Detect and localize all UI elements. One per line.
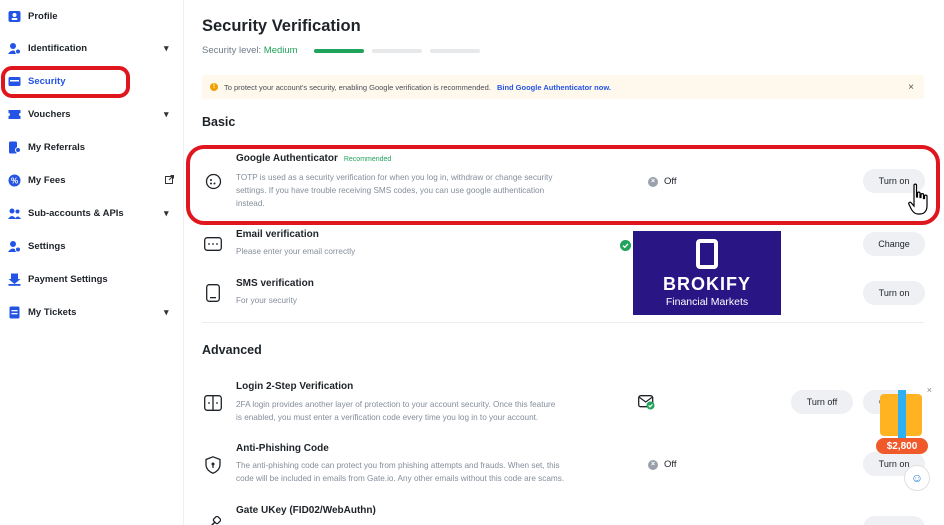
google-authenticator-annotation-outline — [186, 145, 940, 225]
row-title: Login 2-Step Verification — [236, 381, 354, 392]
hand-cursor-icon — [908, 183, 930, 222]
gift-ribbon — [898, 390, 906, 438]
promo-gift-widget[interactable]: $2,800 × — [874, 385, 932, 458]
basic-heading: Basic — [202, 115, 236, 129]
advanced-heading: Advanced — [202, 343, 262, 357]
close-icon[interactable]: × — [927, 385, 932, 395]
mail-check-icon — [638, 395, 655, 415]
chevron-down-icon: ▾ — [164, 42, 169, 53]
fees-icon: % — [8, 174, 21, 187]
section-divider — [202, 322, 924, 323]
status-off: × Off — [648, 459, 677, 470]
payment-icon — [8, 273, 21, 286]
off-icon: × — [648, 459, 658, 470]
settings-icon — [8, 240, 21, 253]
bind-google-authenticator-link[interactable]: Bind Google Authenticator now. — [497, 83, 611, 92]
tickets-icon — [8, 306, 21, 319]
sidebar-item-profile[interactable]: Profile — [0, 4, 184, 28]
row-description: For your security — [236, 296, 297, 305]
security-level-bar-2 — [372, 49, 422, 53]
email-icon — [204, 235, 222, 253]
chevron-down-icon: ▾ — [164, 207, 169, 218]
promo-amount: $2,800 — [876, 438, 928, 454]
row-description: Please enter your email correctly — [236, 247, 356, 256]
warning-icon: ! — [210, 83, 218, 91]
ad-brand: BROKIFY — [663, 273, 751, 294]
sidebar-item-label: My Referrals — [28, 141, 86, 153]
main-content: Security Verification Security level: Me… — [186, 0, 944, 525]
notice-text: To protect your account's security, enab… — [224, 82, 491, 92]
sms-turn-on-button[interactable]: Turn on — [863, 281, 925, 305]
sidebar-item-my-tickets[interactable]: My Tickets ▾ — [0, 300, 184, 324]
gate-ukey-button[interactable] — [863, 516, 925, 525]
sidebar-item-label: Payment Settings — [28, 273, 108, 285]
advertisement-banner[interactable]: BROKIFY Financial Markets — [633, 231, 781, 315]
sidebar-item-label: Profile — [28, 10, 58, 22]
page-title: Security Verification — [202, 17, 361, 35]
row-title: SMS verification — [236, 278, 314, 289]
sidebar-item-label: Vouchers — [28, 108, 71, 120]
external-link-icon — [165, 174, 174, 186]
profile-icon — [8, 10, 21, 23]
identification-icon — [8, 42, 21, 55]
row-description: code will be included in emails from Gat… — [236, 474, 565, 483]
support-chat-icon[interactable]: ☺ — [904, 465, 930, 491]
key-icon — [204, 515, 222, 525]
chevron-down-icon: ▾ — [164, 108, 169, 119]
sidebar-item-label: Identification — [28, 42, 88, 54]
sidebar-item-my-referrals[interactable]: My Referrals — [0, 135, 184, 159]
row-description: The anti-phishing code can protect you f… — [236, 461, 560, 470]
shield-icon — [204, 456, 222, 474]
row-title: Anti-Phishing Code — [236, 443, 329, 454]
sidebar-item-label: My Tickets — [28, 306, 77, 318]
sidebar-item-identification[interactable]: Identification ▾ — [0, 36, 184, 60]
login-2step-turn-off-button[interactable]: Turn off — [791, 390, 853, 414]
security-level-bar-3 — [430, 49, 480, 53]
svg-text:%: % — [11, 176, 18, 185]
row-description: 2FA login provides another layer of prot… — [236, 400, 556, 409]
sub-accounts-icon — [8, 207, 21, 220]
row-title: Email verification — [236, 229, 319, 240]
sidebar-item-vouchers[interactable]: Vouchers ▾ — [0, 102, 184, 126]
sidebar-item-label: My Fees — [28, 174, 66, 186]
sidebar-item-payment-settings[interactable]: Payment Settings — [0, 267, 184, 291]
sidebar-item-my-fees[interactable]: % My Fees — [0, 168, 184, 192]
email-change-button[interactable]: Change — [863, 232, 925, 256]
chevron-down-icon: ▾ — [164, 306, 169, 317]
close-icon[interactable]: × — [908, 82, 914, 93]
phone-icon — [204, 284, 222, 302]
two-step-icon — [204, 394, 222, 412]
security-notice: ! To protect your account's security, en… — [202, 75, 924, 99]
security-level-value: Medium — [263, 45, 298, 56]
security-annotation-outline — [1, 66, 130, 98]
sidebar-item-label: Settings — [28, 240, 66, 252]
check-circle-icon — [620, 238, 631, 256]
voucher-icon — [8, 108, 21, 121]
row-title: Gate UKey (FID02/WebAuthn) — [236, 505, 376, 516]
security-level-label: Security level: — [202, 45, 262, 56]
security-level-bar-1 — [314, 49, 364, 53]
ad-subtitle: Financial Markets — [665, 295, 749, 308]
brokify-logo-icon — [696, 238, 718, 269]
security-level: Security level: Medium — [202, 45, 298, 56]
sidebar-item-settings[interactable]: Settings — [0, 234, 184, 258]
sidebar-item-label: Sub-accounts & APIs — [28, 207, 124, 219]
status-text: Off — [664, 459, 677, 470]
sidebar: Profile Identification ▾ Security Vouche… — [0, 0, 184, 525]
referral-icon — [8, 141, 21, 154]
sidebar-item-sub-accounts[interactable]: Sub-accounts & APIs ▾ — [0, 201, 184, 225]
row-description: is enabled, you must enter a verificatio… — [236, 413, 539, 422]
